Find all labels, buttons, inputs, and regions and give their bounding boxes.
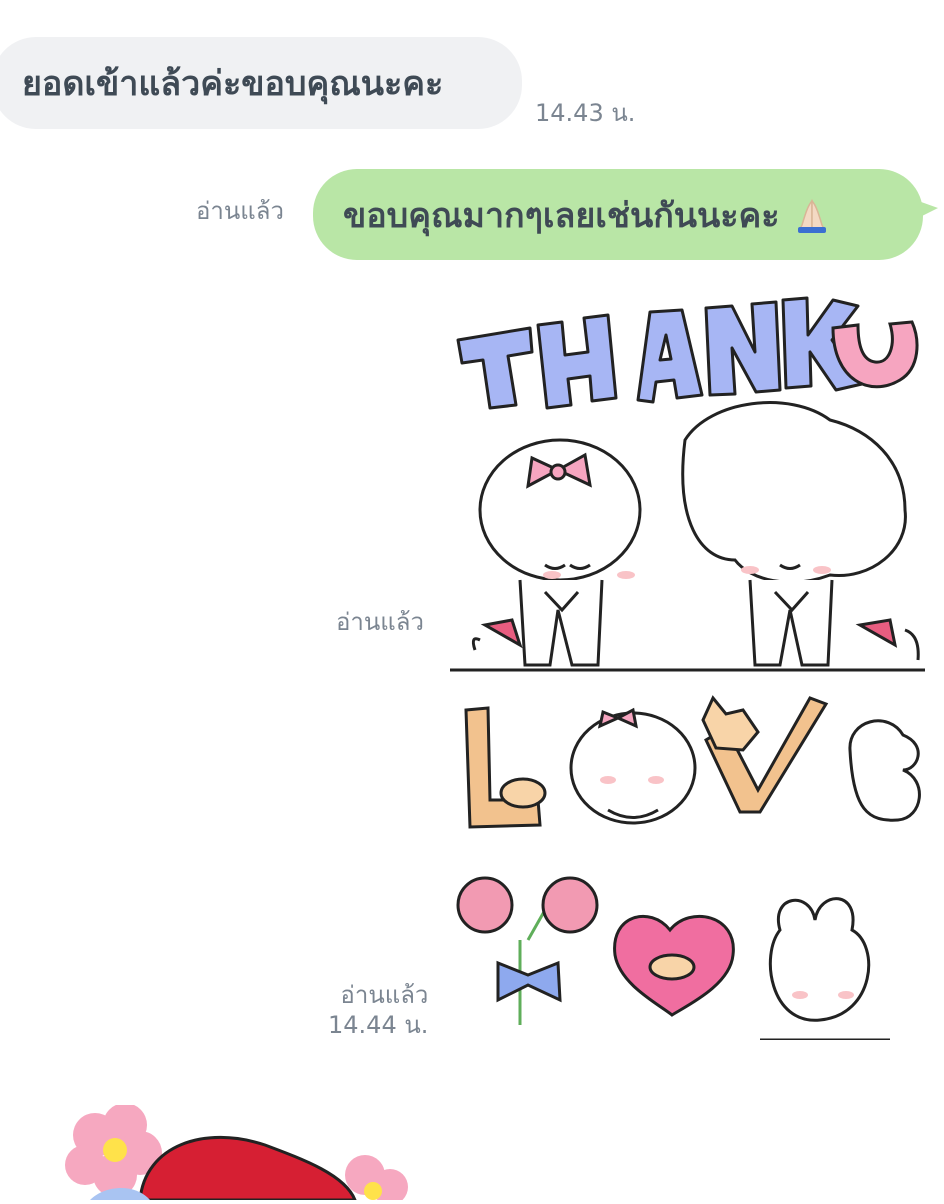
outgoing-message-text: ขอบคุณมากๆเลยเช่นกันนะคะ <box>343 195 780 236</box>
sticker-thank-u-read-receipt: อ่านแล้ว <box>336 608 424 636</box>
outgoing-bubble-tail <box>910 198 938 222</box>
outgoing-message-bubble[interactable]: ขอบคุณมากๆเลยเช่นกันนะคะ <box>313 169 923 260</box>
incoming-sticker-partial[interactable] <box>55 1103 415 1204</box>
outgoing-read-receipt: อ่านแล้ว <box>196 197 284 225</box>
sticker-3-read-receipt: อ่านแล้ว 14.44 น. <box>328 980 428 1040</box>
sticker-3-read-label: อ่านแล้ว <box>340 981 429 1009</box>
incoming-message-text: ยอดเข้าแล้วค่ะขอบคุณนะคะ <box>22 64 444 104</box>
sticker-thank-u[interactable] <box>450 280 925 675</box>
sticker-love[interactable] <box>458 690 928 835</box>
folded-hands-icon <box>792 195 832 235</box>
sticker-3-time: 14.44 น. <box>328 1011 429 1039</box>
sticker-flower-heart-bunny[interactable] <box>450 875 925 1042</box>
incoming-message-bubble[interactable]: ยอดเข้าแล้วค่ะขอบคุณนะคะ <box>0 37 522 129</box>
incoming-message-time: 14.43 น. <box>535 99 636 127</box>
